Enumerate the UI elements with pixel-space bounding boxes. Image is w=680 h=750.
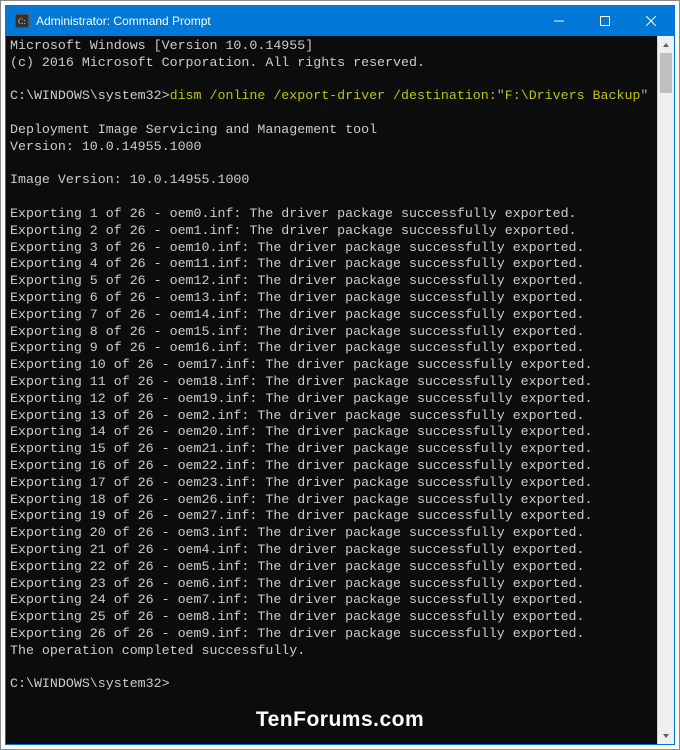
vertical-scrollbar[interactable] <box>657 36 674 744</box>
command-path: F:\Drivers Backup <box>505 88 641 103</box>
prompt-prefix: C:\WINDOWS\system32> <box>10 676 170 691</box>
cmd-admin-icon: C: <box>14 13 30 29</box>
minimize-button[interactable] <box>536 6 582 36</box>
close-button[interactable] <box>628 6 674 36</box>
svg-text:C:: C: <box>18 17 26 26</box>
prompt-prefix: C:\WINDOWS\system32> <box>10 88 170 103</box>
scrollbar-thumb[interactable] <box>660 53 672 93</box>
window-title: Administrator: Command Prompt <box>36 14 536 28</box>
window-controls <box>536 6 674 36</box>
tool-line: Image Version: 10.0.14955.1000 <box>10 172 249 187</box>
command-text: dism /online /export-driver /destination… <box>170 88 497 103</box>
tool-line: Deployment Image Servicing and Managemen… <box>10 122 377 137</box>
quote: " <box>497 88 505 103</box>
scroll-down-button[interactable] <box>658 727 674 744</box>
scroll-up-button[interactable] <box>658 36 674 53</box>
completion-line: The operation completed successfully. <box>10 643 305 658</box>
export-lines: Exporting 1 of 26 - oem0.inf: The driver… <box>10 206 653 643</box>
console-output[interactable]: Microsoft Windows [Version 10.0.14955] (… <box>6 36 657 744</box>
banner-line: (c) 2016 Microsoft Corporation. All righ… <box>10 55 425 70</box>
tool-line: Version: 10.0.14955.1000 <box>10 139 202 154</box>
maximize-button[interactable] <box>582 6 628 36</box>
console-area: Microsoft Windows [Version 10.0.14955] (… <box>6 36 674 744</box>
command-prompt-window: C: Administrator: Command Prompt Microso… <box>5 5 675 745</box>
banner-line: Microsoft Windows [Version 10.0.14955] <box>10 38 313 53</box>
quote: " <box>640 88 648 103</box>
titlebar[interactable]: C: Administrator: Command Prompt <box>6 6 674 36</box>
scrollbar-track[interactable] <box>658 53 674 727</box>
